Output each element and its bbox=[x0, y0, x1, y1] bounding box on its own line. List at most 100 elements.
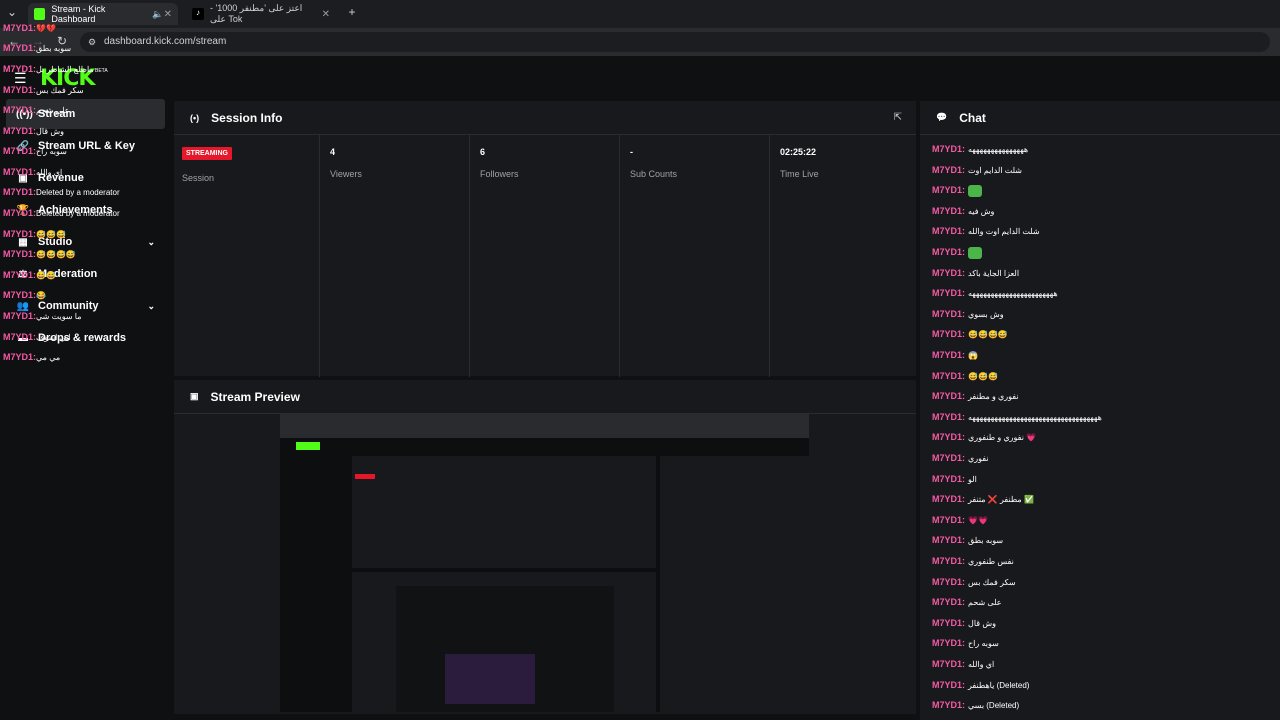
tab-kick-dashboard[interactable]: Stream - Kick Dashboard 🔈 ✕ bbox=[28, 3, 178, 25]
chat-username[interactable]: M7YD1: bbox=[932, 268, 965, 278]
session-info-panel: (•) Session Info ⇱ STREAMING Session 4 V… bbox=[174, 101, 916, 377]
chat-message[interactable]: M7YD1: ياهطنفر (Deleted) bbox=[932, 680, 1029, 690]
chat-username: M7YD1: bbox=[3, 167, 37, 177]
chat-text: 😅😅😅 bbox=[36, 230, 66, 239]
chat-username[interactable]: M7YD1: bbox=[932, 494, 965, 504]
stat-viewers: 4 Viewers bbox=[320, 135, 470, 377]
site-info-icon[interactable]: ⚙ bbox=[88, 32, 96, 52]
chat-message[interactable]: M7YD1: هههههههههههههههههههههههههههههههههه… bbox=[932, 412, 1102, 422]
stat-session: STREAMING Session bbox=[174, 135, 320, 377]
chat-text: ابي اشوف bbox=[36, 333, 71, 342]
chat-message[interactable]: M7YD1: سوبه بطق bbox=[932, 535, 1003, 545]
overlay-chat-line: M7YD1:ما سويت شي bbox=[3, 311, 81, 321]
chat-message[interactable]: M7YD1: نفس طنفوري bbox=[932, 556, 1014, 566]
overlay-chat-line: M7YD1:ماطلع الشاطر بل bbox=[3, 64, 94, 74]
chat-username[interactable]: M7YD1: bbox=[932, 165, 965, 175]
chat-text: ما سويت شي bbox=[36, 312, 82, 321]
chat-message[interactable]: M7YD1: وش فيه bbox=[932, 206, 994, 216]
chat-username[interactable]: M7YD1: bbox=[932, 329, 965, 339]
chat-username[interactable]: M7YD1: bbox=[932, 309, 965, 319]
chat-username[interactable]: M7YD1: bbox=[932, 453, 965, 463]
chat-message[interactable]: M7YD1: اي والله bbox=[932, 659, 994, 669]
chat-username[interactable]: M7YD1: bbox=[932, 185, 965, 195]
chat-message[interactable]: M7YD1: bbox=[932, 185, 983, 198]
chat-text: هههههههههههههههههههههههه bbox=[968, 289, 1058, 299]
preview-chat-panel bbox=[660, 456, 809, 712]
chat-username[interactable]: M7YD1: bbox=[932, 247, 965, 257]
chat-username[interactable]: M7YD1: bbox=[932, 144, 965, 154]
close-icon[interactable]: ✕ bbox=[164, 9, 172, 20]
chat-text: سكر فمك بس bbox=[36, 86, 84, 95]
chat-username[interactable]: M7YD1: bbox=[932, 680, 965, 690]
chat-username[interactable]: M7YD1: bbox=[932, 226, 965, 236]
mute-icon[interactable]: 🔈 bbox=[152, 9, 163, 20]
chat-message[interactable]: M7YD1: الو bbox=[932, 474, 977, 484]
chat-message[interactable]: M7YD1: وش بسوي bbox=[932, 309, 1004, 319]
url-bar[interactable]: ⚙ dashboard.kick.com/stream bbox=[80, 32, 1270, 52]
chat-message[interactable]: M7YD1: نفوري و مطنفر bbox=[932, 391, 1019, 401]
overlay-chat-line: M7YD1:سوبه راح bbox=[3, 146, 67, 156]
chat-text: نفوري و طنفوري 💗 bbox=[968, 433, 1037, 443]
chat-message[interactable]: M7YD1: bbox=[932, 247, 983, 259]
chat-username[interactable]: M7YD1: bbox=[932, 350, 965, 360]
chat-username[interactable]: M7YD1: bbox=[932, 391, 965, 401]
chat-username[interactable]: M7YD1: bbox=[932, 474, 965, 484]
overlay-chat-line: M7YD1:مي مي bbox=[3, 352, 60, 362]
chat-username[interactable]: M7YD1: bbox=[932, 515, 965, 525]
chat-username[interactable]: M7YD1: bbox=[932, 206, 965, 216]
preview-session-panel bbox=[352, 456, 656, 568]
chat-text: وش قال bbox=[36, 127, 64, 136]
stat-label: Time Live bbox=[780, 169, 819, 179]
chat-username[interactable]: M7YD1: bbox=[932, 371, 965, 381]
tab-tiktok[interactable]: ♪ اعتز على 'مطنفر 1000' - على Tok ✕ bbox=[186, 3, 336, 25]
chat-message[interactable]: M7YD1: 😅😅😅😅 bbox=[932, 329, 1008, 339]
chat-username[interactable]: M7YD1: bbox=[932, 556, 965, 566]
chat-message[interactable]: M7YD1: شلت الدايم اوت bbox=[932, 165, 1022, 175]
chat-username: M7YD1: bbox=[3, 249, 37, 259]
chat-message[interactable]: M7YD1: شلت الدايم اوت والله bbox=[932, 226, 1040, 236]
overlay-chat-line: M7YD1:😅😅😅 bbox=[3, 229, 66, 239]
chat-username[interactable]: M7YD1: bbox=[932, 638, 965, 648]
chat-message[interactable]: M7YD1: وش قال bbox=[932, 618, 996, 628]
chat-message[interactable]: M7YD1: سوبه راح bbox=[932, 638, 999, 648]
preview-streaming-badge bbox=[355, 474, 375, 479]
chat-username[interactable]: M7YD1: bbox=[932, 659, 965, 669]
chat-message[interactable]: M7YD1: على شحم bbox=[932, 597, 1002, 607]
chat-message[interactable]: M7YD1: بسي (Deleted) bbox=[932, 700, 1019, 710]
chat-username[interactable]: M7YD1: bbox=[932, 535, 965, 545]
new-tab-button[interactable]: + bbox=[344, 5, 360, 19]
stat-followers: 6 Followers bbox=[470, 135, 620, 377]
chat-message[interactable]: M7YD1: هههههههههههههههه bbox=[932, 144, 1028, 154]
overlay-chat-line: M7YD1:اي والله bbox=[3, 167, 62, 177]
chat-message[interactable]: M7YD1: مطنفر ❌ متنفر ✅ bbox=[932, 494, 1034, 504]
chat-username[interactable]: M7YD1: bbox=[932, 288, 965, 298]
preview-logo bbox=[296, 442, 320, 450]
chat-text: نفوري و مطنفر bbox=[968, 392, 1019, 402]
stat-label: Viewers bbox=[330, 169, 362, 179]
chat-message[interactable]: M7YD1: 😅😅😅 bbox=[932, 371, 998, 381]
browser-toolbar: ← → ↻ ⚙ dashboard.kick.com/stream bbox=[0, 28, 1280, 56]
chat-username[interactable]: M7YD1: bbox=[932, 577, 965, 587]
chat-username[interactable]: M7YD1: bbox=[932, 432, 965, 442]
tab-list-chevron-icon[interactable]: ⌄ bbox=[4, 5, 20, 19]
chevron-down-icon[interactable]: ⌄ bbox=[147, 301, 155, 312]
chat-username[interactable]: M7YD1: bbox=[932, 597, 965, 607]
chat-message[interactable]: M7YD1: نفوري bbox=[932, 453, 989, 463]
expand-icon[interactable]: ⇱ bbox=[894, 112, 902, 123]
overlay-chat-line: M7YD1:وش قال bbox=[3, 126, 64, 136]
chat-message[interactable]: M7YD1: هههههههههههههههههههههههه bbox=[932, 288, 1058, 298]
overlay-chat-line: M7YD1:Deleted by a moderator bbox=[3, 208, 120, 218]
streaming-badge: STREAMING bbox=[182, 147, 232, 160]
chat-username[interactable]: M7YD1: bbox=[932, 700, 965, 710]
chat-message[interactable]: M7YD1: سكر فمك بس bbox=[932, 577, 1016, 587]
chat-username[interactable]: M7YD1: bbox=[932, 618, 965, 628]
chat-message[interactable]: M7YD1: 💗💗 bbox=[932, 515, 988, 525]
chevron-down-icon[interactable]: ⌄ bbox=[147, 237, 155, 248]
chat-message[interactable]: M7YD1: 😱 bbox=[932, 350, 978, 360]
chat-message[interactable]: M7YD1: نفوري و طنفوري 💗 bbox=[932, 432, 1036, 442]
chat-text: وش قال bbox=[968, 618, 996, 628]
chat-message[interactable]: M7YD1: العزا الجاية باكد bbox=[932, 268, 1019, 278]
chat-username[interactable]: M7YD1: bbox=[932, 412, 965, 422]
stream-preview-video[interactable] bbox=[280, 414, 809, 712]
close-icon[interactable]: ✕ bbox=[322, 9, 330, 20]
